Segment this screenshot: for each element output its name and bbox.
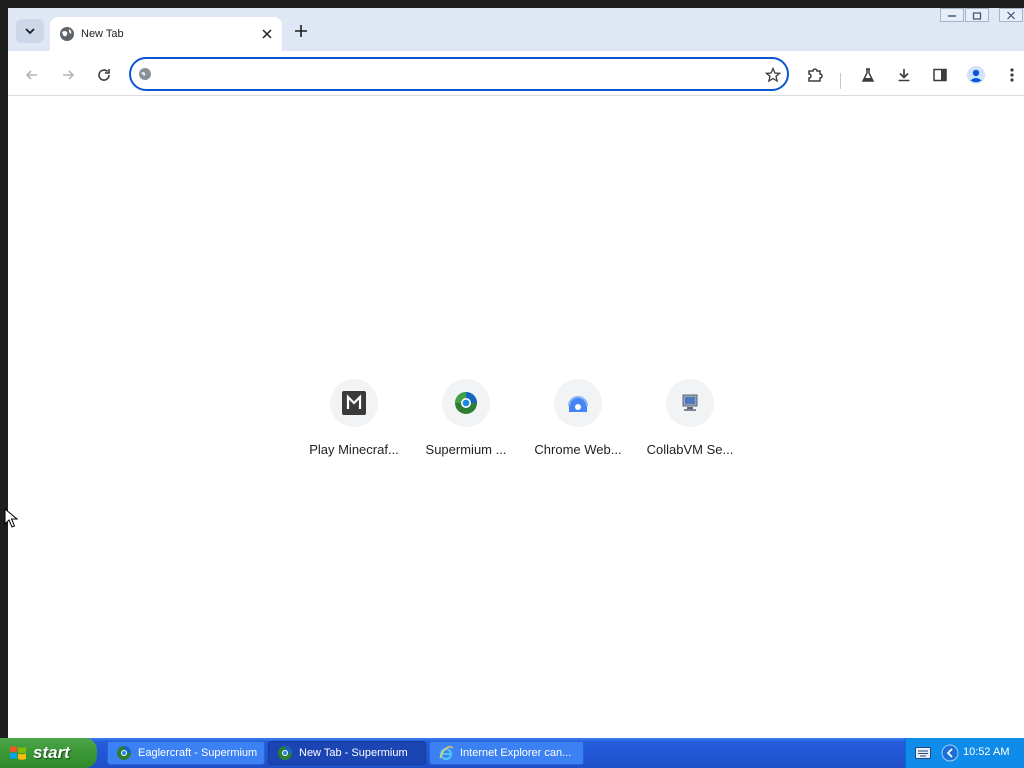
taskbar-item-eaglercraft[interactable]: Eaglercraft - Supermium [107, 741, 265, 765]
address-bar[interactable] [129, 57, 789, 91]
supermium-icon [278, 746, 292, 760]
globe-icon [60, 27, 74, 41]
profile-button[interactable] [964, 63, 988, 87]
taskbar-item-internet-explorer[interactable]: Internet Explorer can... [429, 741, 584, 765]
restore-icon [972, 11, 982, 20]
side-panel-icon [933, 68, 947, 82]
shortcut-label: Play Minecraf... [309, 442, 399, 457]
bookmark-button[interactable] [763, 65, 783, 85]
puzzle-icon [808, 68, 823, 82]
reload-button[interactable] [92, 63, 116, 87]
supermium-icon [117, 746, 131, 760]
back-button[interactable] [20, 63, 44, 87]
shortcut-label: CollabVM Se... [646, 442, 734, 457]
restore-button[interactable] [965, 8, 989, 22]
taskbar-item-label: Eaglercraft - Supermium [138, 747, 258, 759]
shortcuts-grid: Play Minecraf... Supermium ... Chrome We… [298, 379, 746, 469]
taskbar-item-label: New Tab - Supermium [299, 747, 408, 759]
browser-toolbar [8, 51, 1024, 96]
system-tray: 10:52 AM [905, 738, 1024, 768]
avatar-icon [967, 66, 985, 84]
supermium-icon [455, 392, 477, 414]
chrome-web-store-icon [568, 396, 588, 412]
labs-button[interactable] [856, 63, 880, 87]
tab-strip: New Tab [8, 8, 1024, 51]
shortcut-tile[interactable]: Play Minecraf... [298, 379, 410, 469]
side-panel-button[interactable] [928, 63, 952, 87]
shortcut-icon-circle [666, 379, 714, 427]
taskbar-item-new-tab[interactable]: New Tab - Supermium [268, 741, 426, 765]
shortcut-icon-circle [442, 379, 490, 427]
back-arrow-icon [25, 70, 37, 80]
tab-close-button[interactable] [258, 25, 276, 43]
flask-icon [861, 68, 875, 82]
shortcut-icon-circle [554, 379, 602, 427]
plus-icon [295, 25, 307, 37]
download-icon [898, 69, 910, 82]
close-window-button[interactable] [999, 8, 1023, 22]
tab-new-tab[interactable]: New Tab [50, 17, 282, 51]
close-icon [1007, 11, 1015, 19]
taskbar: start Eaglercraft - Supermium New Tab - … [0, 738, 1024, 768]
minimize-button[interactable] [940, 8, 964, 22]
extensions-button[interactable] [803, 63, 827, 87]
close-icon [262, 29, 272, 39]
forward-arrow-icon [63, 70, 75, 80]
address-input[interactable] [159, 63, 749, 85]
mouse-cursor-icon [4, 508, 18, 528]
shortcut-tile[interactable]: Supermium ... [410, 379, 522, 469]
shortcut-tile[interactable]: Chrome Web... [522, 379, 634, 469]
minecraft-m-icon [342, 391, 366, 415]
forward-button[interactable] [56, 63, 80, 87]
tab-title: New Tab [81, 28, 124, 40]
shortcut-label: Chrome Web... [534, 442, 622, 457]
browser-window: New Tab Play Minecraf... Supermium ... C… [8, 8, 1024, 738]
clock: 10:52 AM [963, 746, 1010, 758]
start-button[interactable]: start [0, 738, 97, 768]
keyboard-icon[interactable] [915, 747, 931, 759]
more-vertical-icon [1010, 68, 1014, 82]
show-hidden-icons-icon[interactable] [941, 744, 959, 762]
new-tab-page: Play Minecraf... Supermium ... Chrome We… [8, 96, 1024, 738]
toolbar-separator [840, 73, 841, 89]
menu-button[interactable] [1000, 63, 1024, 87]
collabvm-icon [682, 394, 698, 411]
desktop-left-strip [0, 0, 8, 740]
tab-search-button[interactable] [16, 19, 44, 43]
taskbar-item-label: Internet Explorer can... [460, 747, 572, 759]
new-tab-button[interactable] [289, 19, 313, 43]
minimize-icon [948, 15, 956, 17]
reload-icon [98, 69, 110, 81]
star-icon [765, 67, 781, 83]
shortcut-label: Supermium ... [425, 442, 507, 457]
shortcut-icon-circle [330, 379, 378, 427]
windows-logo-icon [10, 746, 26, 760]
start-label: start [33, 743, 70, 762]
downloads-button[interactable] [892, 63, 916, 87]
site-info-icon [139, 68, 151, 80]
internet-explorer-icon [439, 746, 454, 761]
chevron-down-icon [25, 28, 35, 35]
desktop-top-strip [0, 0, 1024, 8]
shortcut-tile[interactable]: CollabVM Se... [634, 379, 746, 469]
